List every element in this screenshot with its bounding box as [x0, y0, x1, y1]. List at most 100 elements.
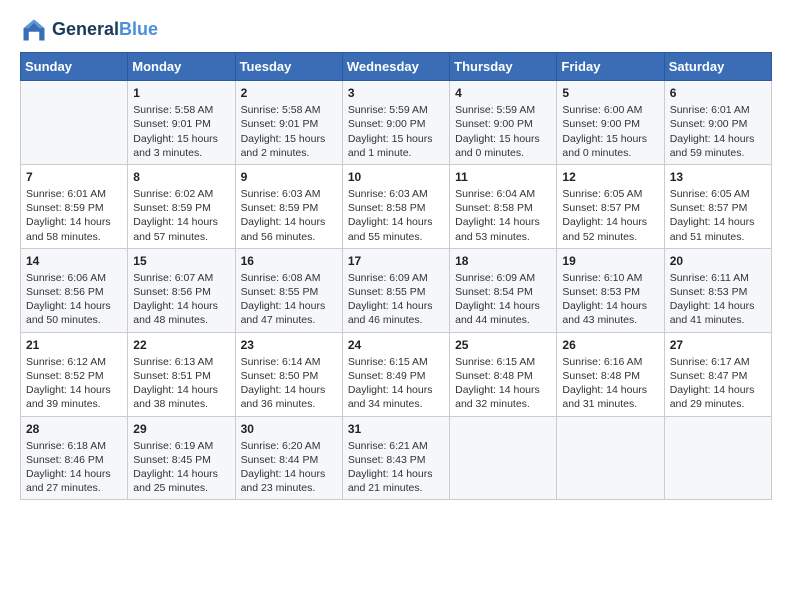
- calendar-cell: 11 Sunrise: 6:04 AM Sunset: 8:58 PM Dayli…: [450, 164, 557, 248]
- calendar-cell: [21, 81, 128, 165]
- weekday-header: Friday: [557, 53, 664, 81]
- weekday-header: Thursday: [450, 53, 557, 81]
- calendar-cell: 13 Sunrise: 6:05 AM Sunset: 8:57 PM Dayli…: [664, 164, 771, 248]
- calendar-table: SundayMondayTuesdayWednesdayThursdayFrid…: [20, 52, 772, 500]
- weekday-row: SundayMondayTuesdayWednesdayThursdayFrid…: [21, 53, 772, 81]
- day-info: Sunrise: 6:06 AM Sunset: 8:56 PM Dayligh…: [26, 271, 122, 328]
- day-number: 19: [562, 253, 658, 269]
- day-info: Sunrise: 6:03 AM Sunset: 8:58 PM Dayligh…: [348, 187, 444, 244]
- calendar-cell: [664, 416, 771, 500]
- day-number: 2: [241, 85, 337, 101]
- calendar-cell: 19 Sunrise: 6:10 AM Sunset: 8:53 PM Dayli…: [557, 248, 664, 332]
- calendar-cell: 15 Sunrise: 6:07 AM Sunset: 8:56 PM Dayli…: [128, 248, 235, 332]
- calendar-cell: 23Sunrise: 6:14 AM Sunset: 8:50 PM Dayli…: [235, 332, 342, 416]
- day-number: 12: [562, 169, 658, 185]
- calendar-cell: 24 Sunrise: 6:15 AM Sunset: 8:49 PM Dayli…: [342, 332, 449, 416]
- day-number: 15: [133, 253, 229, 269]
- calendar-cell: 20 Sunrise: 6:11 AM Sunset: 8:53 PM Dayli…: [664, 248, 771, 332]
- calendar-week-row: 28Sunrise: 6:18 AM Sunset: 8:46 PM Dayli…: [21, 416, 772, 500]
- day-number: 13: [670, 169, 766, 185]
- logo-text: GeneralBlue: [52, 20, 158, 40]
- day-number: 16: [241, 253, 337, 269]
- day-number: 25: [455, 337, 551, 353]
- calendar-cell: 2 Sunrise: 5:58 AM Sunset: 9:01 PM Daylig…: [235, 81, 342, 165]
- day-info: Sunrise: 5:59 AM Sunset: 9:00 PM Dayligh…: [455, 103, 551, 160]
- day-number: 8: [133, 169, 229, 185]
- day-number: 1: [133, 85, 229, 101]
- day-info: Sunrise: 6:00 AM Sunset: 9:00 PM Dayligh…: [562, 103, 658, 160]
- calendar-cell: 17 Sunrise: 6:09 AM Sunset: 8:55 PM Dayli…: [342, 248, 449, 332]
- calendar-cell: 3Sunrise: 5:59 AM Sunset: 9:00 PM Daylig…: [342, 81, 449, 165]
- day-info: Sunrise: 6:20 AM Sunset: 8:44 PM Dayligh…: [241, 439, 337, 496]
- calendar-cell: 10 Sunrise: 6:03 AM Sunset: 8:58 PM Dayli…: [342, 164, 449, 248]
- day-info: Sunrise: 6:10 AM Sunset: 8:53 PM Dayligh…: [562, 271, 658, 328]
- calendar-cell: 27 Sunrise: 6:17 AM Sunset: 8:47 PM Dayli…: [664, 332, 771, 416]
- day-number: 30: [241, 421, 337, 437]
- calendar-week-row: 14 Sunrise: 6:06 AM Sunset: 8:56 PM Dayli…: [21, 248, 772, 332]
- day-number: 4: [455, 85, 551, 101]
- day-info: Sunrise: 6:07 AM Sunset: 8:56 PM Dayligh…: [133, 271, 229, 328]
- day-info: Sunrise: 6:15 AM Sunset: 8:48 PM Dayligh…: [455, 355, 551, 412]
- day-info: Sunrise: 6:02 AM Sunset: 8:59 PM Dayligh…: [133, 187, 229, 244]
- calendar-body: 1 Sunrise: 5:58 AM Sunset: 9:01 PM Daylig…: [21, 81, 772, 500]
- day-info: Sunrise: 6:15 AM Sunset: 8:49 PM Dayligh…: [348, 355, 444, 412]
- day-number: 18: [455, 253, 551, 269]
- calendar-cell: 5Sunrise: 6:00 AM Sunset: 9:00 PM Daylig…: [557, 81, 664, 165]
- day-info: Sunrise: 6:05 AM Sunset: 8:57 PM Dayligh…: [562, 187, 658, 244]
- weekday-header: Saturday: [664, 53, 771, 81]
- weekday-header: Sunday: [21, 53, 128, 81]
- calendar-cell: 1 Sunrise: 5:58 AM Sunset: 9:01 PM Daylig…: [128, 81, 235, 165]
- day-number: 11: [455, 169, 551, 185]
- calendar-week-row: 21Sunrise: 6:12 AM Sunset: 8:52 PM Dayli…: [21, 332, 772, 416]
- weekday-header: Wednesday: [342, 53, 449, 81]
- calendar-cell: 22 Sunrise: 6:13 AM Sunset: 8:51 PM Dayli…: [128, 332, 235, 416]
- day-number: 24: [348, 337, 444, 353]
- day-info: Sunrise: 5:58 AM Sunset: 9:01 PM Dayligh…: [241, 103, 337, 160]
- day-number: 10: [348, 169, 444, 185]
- calendar-cell: 31 Sunrise: 6:21 AM Sunset: 8:43 PM Dayli…: [342, 416, 449, 500]
- day-number: 23: [241, 337, 337, 353]
- day-info: Sunrise: 6:05 AM Sunset: 8:57 PM Dayligh…: [670, 187, 766, 244]
- calendar-week-row: 7Sunrise: 6:01 AM Sunset: 8:59 PM Daylig…: [21, 164, 772, 248]
- page-header: GeneralBlue: [20, 16, 772, 44]
- day-info: Sunrise: 6:17 AM Sunset: 8:47 PM Dayligh…: [670, 355, 766, 412]
- day-number: 26: [562, 337, 658, 353]
- day-number: 20: [670, 253, 766, 269]
- calendar-cell: 30 Sunrise: 6:20 AM Sunset: 8:44 PM Dayli…: [235, 416, 342, 500]
- day-info: Sunrise: 6:09 AM Sunset: 8:54 PM Dayligh…: [455, 271, 551, 328]
- day-info: Sunrise: 5:58 AM Sunset: 9:01 PM Dayligh…: [133, 103, 229, 160]
- day-info: Sunrise: 6:09 AM Sunset: 8:55 PM Dayligh…: [348, 271, 444, 328]
- calendar-cell: 28Sunrise: 6:18 AM Sunset: 8:46 PM Dayli…: [21, 416, 128, 500]
- calendar-header: SundayMondayTuesdayWednesdayThursdayFrid…: [21, 53, 772, 81]
- calendar-cell: 6 Sunrise: 6:01 AM Sunset: 9:00 PM Daylig…: [664, 81, 771, 165]
- calendar-cell: 18 Sunrise: 6:09 AM Sunset: 8:54 PM Dayli…: [450, 248, 557, 332]
- day-info: Sunrise: 6:18 AM Sunset: 8:46 PM Dayligh…: [26, 439, 122, 496]
- day-number: 14: [26, 253, 122, 269]
- calendar-cell: 14 Sunrise: 6:06 AM Sunset: 8:56 PM Dayli…: [21, 248, 128, 332]
- calendar-week-row: 1 Sunrise: 5:58 AM Sunset: 9:01 PM Daylig…: [21, 81, 772, 165]
- calendar-cell: 9Sunrise: 6:03 AM Sunset: 8:59 PM Daylig…: [235, 164, 342, 248]
- day-info: Sunrise: 6:13 AM Sunset: 8:51 PM Dayligh…: [133, 355, 229, 412]
- day-info: Sunrise: 6:04 AM Sunset: 8:58 PM Dayligh…: [455, 187, 551, 244]
- day-info: Sunrise: 6:01 AM Sunset: 9:00 PM Dayligh…: [670, 103, 766, 160]
- day-info: Sunrise: 6:19 AM Sunset: 8:45 PM Dayligh…: [133, 439, 229, 496]
- calendar-cell: 16Sunrise: 6:08 AM Sunset: 8:55 PM Dayli…: [235, 248, 342, 332]
- day-number: 17: [348, 253, 444, 269]
- logo: GeneralBlue: [20, 16, 158, 44]
- day-info: Sunrise: 6:21 AM Sunset: 8:43 PM Dayligh…: [348, 439, 444, 496]
- logo-icon: [20, 16, 48, 44]
- day-number: 9: [241, 169, 337, 185]
- day-number: 6: [670, 85, 766, 101]
- day-number: 31: [348, 421, 444, 437]
- day-info: Sunrise: 6:11 AM Sunset: 8:53 PM Dayligh…: [670, 271, 766, 328]
- calendar-cell: 7Sunrise: 6:01 AM Sunset: 8:59 PM Daylig…: [21, 164, 128, 248]
- day-number: 22: [133, 337, 229, 353]
- calendar-cell: [450, 416, 557, 500]
- day-number: 27: [670, 337, 766, 353]
- day-number: 29: [133, 421, 229, 437]
- day-number: 3: [348, 85, 444, 101]
- weekday-header: Monday: [128, 53, 235, 81]
- calendar-cell: 25 Sunrise: 6:15 AM Sunset: 8:48 PM Dayli…: [450, 332, 557, 416]
- calendar-cell: 4 Sunrise: 5:59 AM Sunset: 9:00 PM Daylig…: [450, 81, 557, 165]
- day-number: 21: [26, 337, 122, 353]
